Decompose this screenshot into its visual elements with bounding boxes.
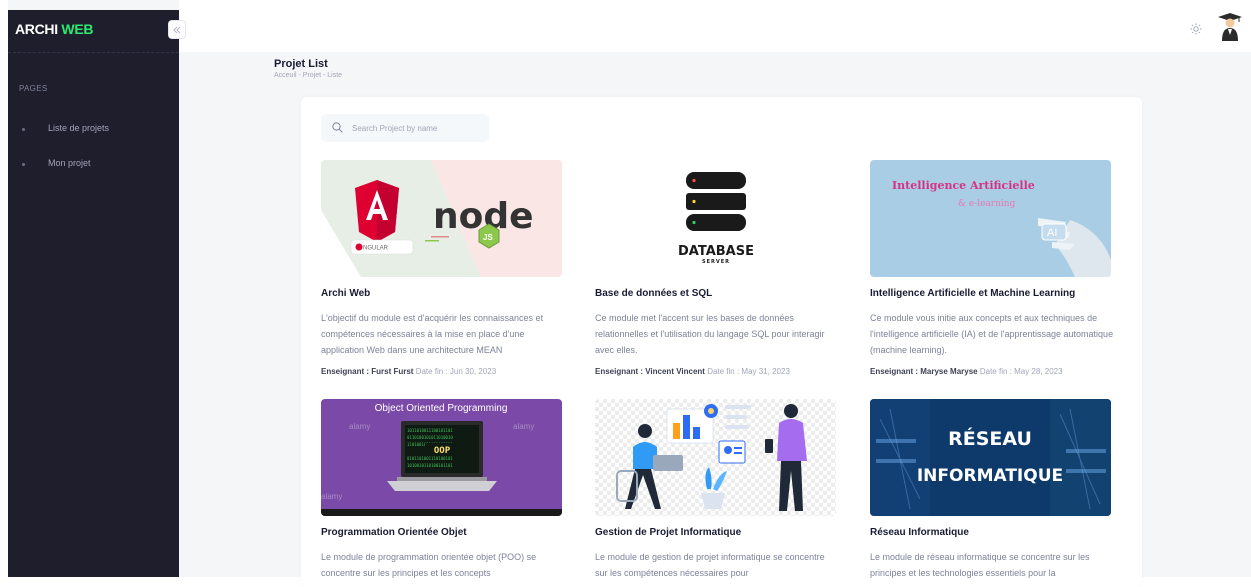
reseau-thumb-title: RÉSEAU — [948, 427, 1032, 450]
search-input[interactable] — [352, 120, 482, 136]
laptop-icon: 1011010011100101101 0110100101011010010 … — [387, 421, 497, 491]
svg-text:1010010110100101101: 1010010110100101101 — [407, 463, 453, 468]
top-header — [179, 0, 1251, 52]
project-title[interactable]: Base de données et SQL — [595, 288, 712, 299]
project-teacher: Enseignant : Furst Furst — [321, 367, 414, 376]
sun-icon[interactable] — [1190, 23, 1202, 35]
oop-thumb-title: Object Oriented Programming — [375, 403, 508, 414]
project-thumbnail[interactable]: Intelligence Artificielle & e-learning A… — [870, 160, 1111, 277]
ai-thumb-subtitle: & e-learning — [958, 199, 1016, 209]
brand-text-archi: ARCHI — [15, 21, 62, 37]
project-description: Le module de gestion de projet informati… — [595, 552, 825, 578]
project-end-date: Date fin : May 31, 2023 — [707, 367, 790, 376]
brand-logo[interactable]: ARCHI WEB — [15, 21, 93, 37]
reseau-thumb-subtitle: INFORMATIQUE — [917, 466, 1063, 486]
database-server-icon — [686, 172, 746, 231]
sidebar: ARCHI WEB PAGES Liste de projets Mon pro… — [8, 10, 179, 577]
bullet-icon — [22, 128, 25, 131]
search-box[interactable] — [321, 114, 489, 142]
ai-chip-label: AI — [1047, 227, 1057, 239]
project-title[interactable]: Gestion de Projet Informatique — [595, 527, 741, 538]
server-label: SERVER — [702, 259, 730, 265]
graduate-avatar-icon — [1218, 13, 1242, 41]
project-teacher: Enseignant : Vincent Vincent — [595, 367, 705, 376]
js-badge-text: JS — [483, 233, 493, 242]
angular-badge-text: NGULAR — [363, 246, 389, 252]
project-title[interactable]: Programmation Orientée Objet — [321, 527, 467, 538]
project-thumbnail[interactable]: RÉSEAU INFORMATIQUE — [870, 399, 1111, 516]
sidebar-item-liste-projets[interactable]: Liste de projets — [8, 120, 179, 142]
project-thumbnail[interactable] — [595, 399, 836, 516]
project-meta: Enseignant : Maryse Maryse Date fin : Ma… — [870, 367, 1063, 376]
project-description: Le module de programmation orientée obje… — [321, 552, 537, 578]
project-description: Ce module vous initie aux concepts et au… — [870, 313, 1114, 355]
search-icon — [332, 122, 343, 133]
project-description: L'objectif du module est d'acquérir les … — [321, 313, 544, 355]
ai-thumb-title: Intelligence Artificielle — [892, 179, 1035, 192]
watermark-text: alamy — [513, 422, 534, 431]
user-avatar[interactable] — [1218, 13, 1242, 41]
sidebar-toggle-button[interactable] — [168, 20, 186, 39]
svg-text:0101101001110100101: 0101101001110100101 — [407, 456, 453, 461]
project-title[interactable]: Intelligence Artificielle et Machine Lea… — [870, 288, 1075, 299]
project-meta: Enseignant : Furst Furst Date fin : Jun … — [321, 367, 496, 376]
project-thumbnail[interactable]: NGULAR node JS — [321, 160, 562, 277]
svg-text:0110100101011010010: 0110100101011010010 — [407, 435, 453, 440]
breadcrumb: Acceuil - Projet - Liste — [274, 72, 343, 79]
double-chevron-left-icon — [173, 26, 181, 34]
project-description: Le module de réseau informatique se conc… — [870, 552, 1090, 578]
database-label: DATABASE — [678, 244, 754, 259]
sidebar-item-label: Liste de projets — [48, 123, 110, 133]
svg-text:1011010011100101101: 1011010011100101101 — [407, 428, 453, 433]
page-title: Projet List — [274, 58, 328, 70]
sidebar-item-label: Mon projet — [48, 158, 91, 168]
brand-text-web: WEB — [61, 21, 94, 37]
project-end-date: Date fin : Jun 30, 2023 — [415, 367, 497, 376]
oop-screen-label: OOP — [434, 446, 451, 456]
project-thumbnail[interactable]: DATABASE SERVER — [595, 160, 836, 277]
project-teacher: Enseignant : Maryse Maryse — [870, 367, 978, 376]
project-meta: Enseignant : Vincent Vincent Date fin : … — [595, 367, 790, 376]
project-description: Ce module met l'accent sur les bases de … — [595, 313, 825, 355]
project-end-date: Date fin : May 28, 2023 — [979, 367, 1063, 376]
sidebar-heading: PAGES — [19, 84, 48, 93]
brand-divider — [8, 52, 179, 53]
watermark-text: alamy — [349, 422, 370, 431]
project-title[interactable]: Archi Web — [321, 288, 370, 299]
bullet-icon — [22, 163, 25, 166]
watermark-text: alamy — [321, 492, 342, 501]
sidebar-item-mon-projet[interactable]: Mon projet — [8, 155, 179, 177]
project-thumbnail[interactable]: Object Oriented Programming alamy alamy … — [321, 399, 562, 516]
project-title[interactable]: Réseau Informatique — [870, 527, 969, 538]
